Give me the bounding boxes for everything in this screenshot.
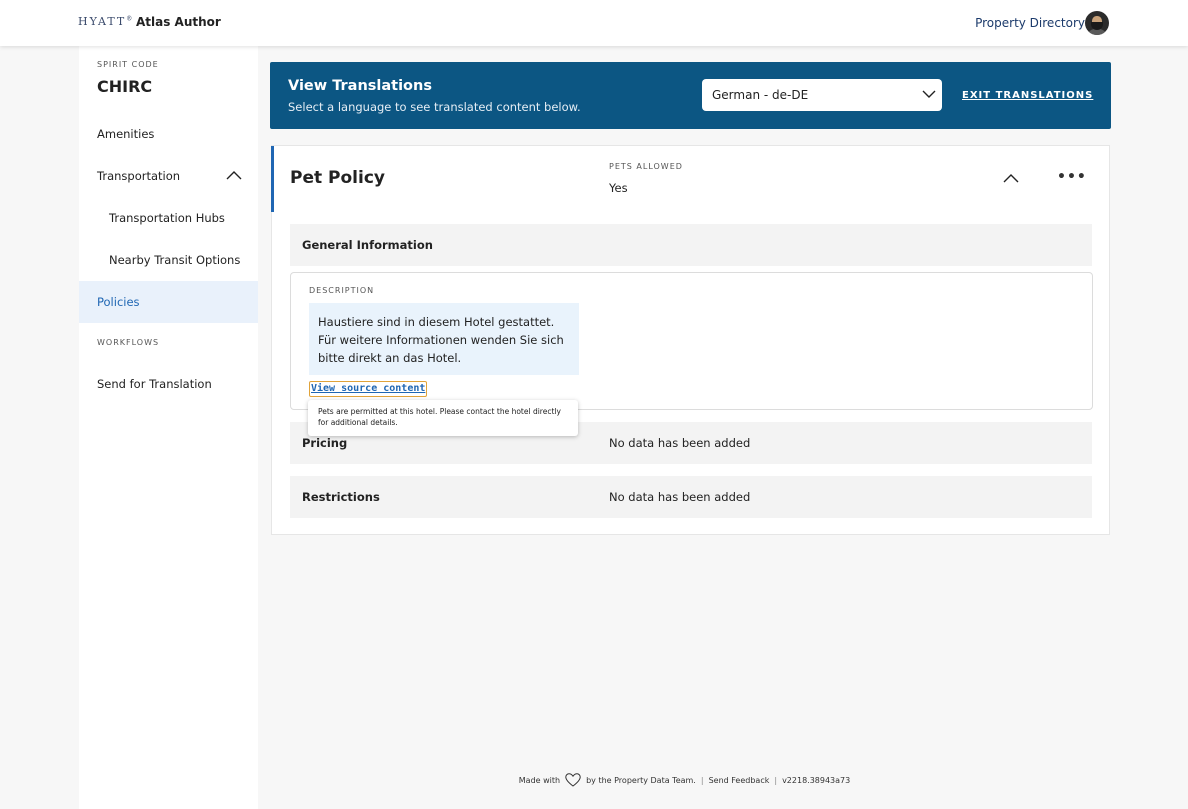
translations-banner: View Translations Select a language to s…: [270, 62, 1111, 129]
property-directory-link[interactable]: Property Directory: [975, 16, 1085, 30]
section-value: No data has been added: [609, 436, 751, 450]
footer-made-with: Made with: [518, 775, 561, 785]
pet-policy-card: Pet Policy PETS ALLOWED Yes ••• General …: [271, 145, 1110, 535]
footer: Made with by the Property Data Team. | S…: [258, 773, 1111, 787]
footer-separator: |: [774, 775, 778, 785]
view-source-content-link[interactable]: View source content: [309, 381, 428, 397]
exit-translations-link[interactable]: EXIT TRANSLATIONS: [962, 90, 1093, 101]
logo-text: HYATT: [78, 15, 127, 28]
sidebar-item-transportation[interactable]: Transportation: [79, 155, 258, 197]
spirit-code: CHIRC: [97, 77, 153, 96]
sidebar-item-label: Nearby Transit Options: [109, 253, 241, 267]
description-text: Haustiere sind in diesem Hotel gestattet…: [309, 303, 579, 375]
top-bar: HYATT® Atlas Author Property Directory: [0, 0, 1188, 46]
sidebar-item-label: Transportation Hubs: [109, 211, 225, 225]
chevron-down-icon: [922, 90, 936, 98]
sidebar-item-transportation-hubs[interactable]: Transportation Hubs: [79, 197, 258, 239]
section-name: Pricing: [302, 436, 348, 450]
heart-icon: [565, 773, 581, 787]
card-accent-bar: [271, 146, 274, 212]
collapse-chevron-icon[interactable]: [1003, 173, 1019, 183]
language-select[interactable]: German - de-DE: [702, 79, 942, 111]
spirit-code-label: SPIRIT CODE: [97, 60, 159, 69]
banner-title: View Translations: [288, 78, 432, 94]
section-name: General Information: [302, 238, 433, 252]
sidebar-item-label: Transportation: [97, 169, 181, 183]
section-value: No data has been added: [609, 490, 751, 504]
section-name: Restrictions: [302, 490, 380, 504]
footer-version: v2218.38943a73: [782, 775, 851, 785]
pets-allowed-label: PETS ALLOWED: [609, 162, 683, 171]
card-title: Pet Policy: [290, 168, 385, 188]
user-avatar[interactable]: [1085, 11, 1109, 35]
hyatt-logo[interactable]: HYATT®: [78, 15, 132, 28]
footer-separator: |: [700, 775, 704, 785]
description-label: DESCRIPTION: [309, 286, 375, 295]
footer-team: by the Property Data Team.: [586, 775, 696, 785]
chevron-up-icon[interactable]: [226, 170, 242, 180]
description-box: DESCRIPTION Haustiere sind in diesem Hot…: [290, 272, 1093, 410]
language-select-value: German - de-DE: [712, 88, 809, 102]
banner-subtitle: Select a language to see translated cont…: [288, 100, 581, 114]
sidebar-item-policies[interactable]: Policies: [79, 281, 258, 323]
sidebar-item-label: Send for Translation: [97, 377, 212, 391]
sidebar-item-label: Policies: [97, 295, 140, 309]
app-title[interactable]: Atlas Author: [136, 15, 221, 29]
sidebar-item-nearby-transit[interactable]: Nearby Transit Options: [79, 239, 258, 281]
pets-allowed-value: Yes: [609, 181, 628, 195]
sidebar: SPIRIT CODE CHIRC Amenities Transportati…: [79, 46, 258, 809]
workflows-label: WORKFLOWS: [97, 338, 160, 347]
sidebar-item-label: Amenities: [97, 127, 155, 141]
source-content-tooltip: Pets are permitted at this hotel. Please…: [308, 400, 578, 436]
sidebar-item-send-for-translation[interactable]: Send for Translation: [79, 363, 258, 405]
restrictions-row: Restrictions No data has been added: [290, 476, 1092, 518]
sidebar-item-amenities[interactable]: Amenities: [79, 113, 258, 155]
general-information-row: General Information: [290, 224, 1092, 266]
more-options-icon[interactable]: •••: [1057, 169, 1087, 185]
send-feedback-link[interactable]: Send Feedback: [709, 776, 770, 785]
